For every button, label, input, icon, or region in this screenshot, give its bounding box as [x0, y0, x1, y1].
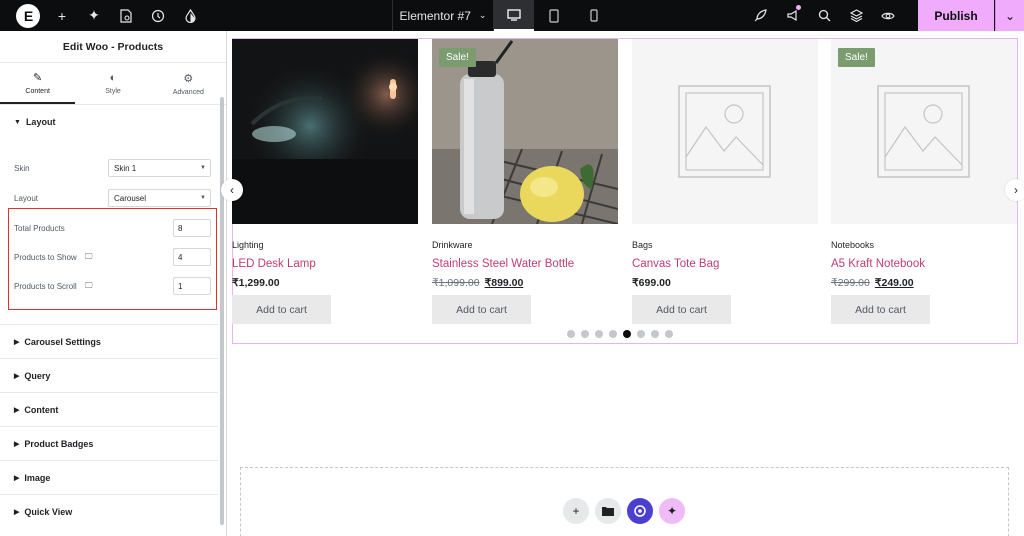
- search-icon[interactable]: [808, 0, 840, 31]
- caret-right-icon: ▶: [14, 406, 20, 414]
- add-element-icon[interactable]: +: [46, 0, 78, 31]
- section-carousel-settings[interactable]: ▶ Carousel Settings: [0, 324, 218, 358]
- pencil-icon: ✎: [33, 71, 43, 84]
- product-price: ₹299.00 ₹249.00: [831, 277, 914, 289]
- tab-style[interactable]: ◐ Style: [75, 63, 150, 104]
- add-to-cart-button[interactable]: Add to cart: [432, 295, 531, 324]
- add-new-section-plus-icon[interactable]: +: [563, 498, 589, 524]
- skin-control: Skin Skin 1 ▼: [0, 158, 218, 178]
- caret-right-icon: ▶: [14, 338, 20, 346]
- page-settings-icon[interactable]: [110, 0, 142, 31]
- carousel-dot[interactable]: [651, 330, 659, 338]
- layout-select[interactable]: Carousel ▼: [108, 189, 211, 207]
- gear-icon: ⚙: [183, 72, 194, 85]
- caret-right-icon: ▶: [14, 474, 20, 482]
- product-title-link[interactable]: LED Desk Lamp: [232, 258, 418, 270]
- carousel-dot[interactable]: [665, 330, 673, 338]
- site-settings-drop-icon[interactable]: [174, 0, 206, 31]
- carousel-next-arrow-icon[interactable]: ›: [1005, 179, 1024, 201]
- section-content[interactable]: ▶ Content: [0, 392, 218, 426]
- section-query[interactable]: ▶ Query: [0, 358, 218, 392]
- section-quick-view[interactable]: ▶ Quick View: [0, 494, 218, 528]
- tablet-view-icon[interactable]: [534, 0, 574, 31]
- product-card: Bags Canvas Tote Bag ₹699.00 Add to cart: [632, 39, 818, 324]
- preview-eye-icon[interactable]: [872, 0, 904, 31]
- caret-right-icon: ▶: [14, 508, 20, 516]
- notifications-megaphone-icon[interactable]: [776, 0, 808, 31]
- carousel-dot[interactable]: [595, 330, 603, 338]
- carousel-dot[interactable]: [637, 330, 645, 338]
- product-title-link[interactable]: Canvas Tote Bag: [632, 258, 818, 270]
- document-title-dropdown[interactable]: Elementor #7 ⌄: [392, 0, 494, 31]
- carousel-dot[interactable]: [567, 330, 575, 338]
- carousel-dot[interactable]: [623, 330, 631, 338]
- carousel-dots: [567, 330, 673, 338]
- mobile-view-icon[interactable]: [574, 0, 614, 31]
- chevron-down-icon: ⌄: [478, 10, 487, 20]
- desktop-view-icon[interactable]: [494, 0, 534, 31]
- add-to-cart-button[interactable]: Add to cart: [831, 295, 930, 324]
- panel-title: Edit Woo - Products: [0, 31, 226, 63]
- product-image[interactable]: Sale!: [432, 39, 618, 224]
- addon-logo-icon[interactable]: [627, 498, 653, 524]
- section-product-badges[interactable]: ▶ Product Badges: [0, 426, 218, 460]
- section-list: ▶ Carousel Settings ▶ Query ▶ Content ▶ Prod…: [0, 324, 218, 528]
- caret-down-icon: ▼: [14, 118, 21, 126]
- elementor-logo-button[interactable]: E: [16, 3, 40, 28]
- product-title-link[interactable]: A5 Kraft Notebook: [831, 258, 1017, 270]
- layers-icon[interactable]: [840, 0, 872, 31]
- product-price: ₹1,299.00: [232, 277, 280, 289]
- editor-panel: Edit Woo - Products ✎ Content ◐ Style ⚙ …: [0, 31, 227, 536]
- caret-right-icon: ▶: [14, 372, 20, 380]
- rocket-icon[interactable]: [744, 0, 776, 31]
- product-price: ₹1,099.00 ₹899.00: [432, 277, 524, 289]
- panel-scrollbar[interactable]: [220, 97, 224, 525]
- preview-canvas: Lighting LED Desk Lamp ₹1,299.00 Add to …: [221, 31, 1024, 536]
- product-card: Sale! Drinkware Stainless Steel Water Bo…: [432, 39, 618, 324]
- caret-right-icon: ▶: [14, 440, 20, 448]
- product-card: Sale! Notebooks A5 Kraft Notebook ₹299.0…: [831, 39, 1017, 324]
- tab-advanced[interactable]: ⚙ Advanced: [151, 63, 226, 104]
- caret-down-icon: ▼: [200, 165, 206, 171]
- product-image[interactable]: [232, 39, 418, 224]
- caret-down-icon: ▼: [200, 195, 206, 201]
- product-image-placeholder[interactable]: [632, 39, 818, 224]
- product-card: Lighting LED Desk Lamp ₹1,299.00 Add to …: [232, 39, 418, 324]
- history-icon[interactable]: [142, 0, 174, 31]
- publish-options-chevron-icon[interactable]: ⌄: [995, 0, 1024, 31]
- product-price: ₹699.00: [632, 277, 671, 289]
- carousel-dot[interactable]: [609, 330, 617, 338]
- top-bar: E + ✦ Elementor #7 ⌄ Publish ⌄: [0, 0, 1024, 31]
- layout-control: Layout Carousel ▼: [0, 188, 218, 208]
- publish-button[interactable]: Publish: [918, 0, 994, 31]
- ai-sparkle-icon[interactable]: ✦: [659, 498, 685, 524]
- half-circle-style-icon: ◐: [109, 72, 117, 84]
- sale-badge: Sale!: [439, 48, 476, 67]
- notification-dot: [796, 5, 801, 10]
- sale-badge: Sale!: [838, 48, 875, 67]
- product-image-placeholder[interactable]: Sale!: [831, 39, 1017, 224]
- section-layout-header[interactable]: ▼ Layout: [0, 105, 226, 139]
- skin-select[interactable]: Skin 1 ▼: [108, 159, 211, 177]
- template-library-folder-icon[interactable]: [595, 498, 621, 524]
- tab-content[interactable]: ✎ Content: [0, 63, 76, 104]
- section-image[interactable]: ▶ Image: [0, 460, 218, 494]
- ai-sparkle-icon[interactable]: ✦: [78, 0, 110, 31]
- add-to-cart-button[interactable]: Add to cart: [232, 295, 331, 324]
- add-to-cart-button[interactable]: Add to cart: [632, 295, 731, 324]
- highlight-annotation-box: [8, 208, 217, 310]
- panel-tabs: ✎ Content ◐ Style ⚙ Advanced: [0, 63, 226, 105]
- carousel-dot[interactable]: [581, 330, 589, 338]
- dropzone-buttons: + ✦: [563, 498, 685, 524]
- product-title-link[interactable]: Stainless Steel Water Bottle: [432, 258, 618, 270]
- carousel-prev-arrow-icon[interactable]: ‹: [221, 179, 243, 201]
